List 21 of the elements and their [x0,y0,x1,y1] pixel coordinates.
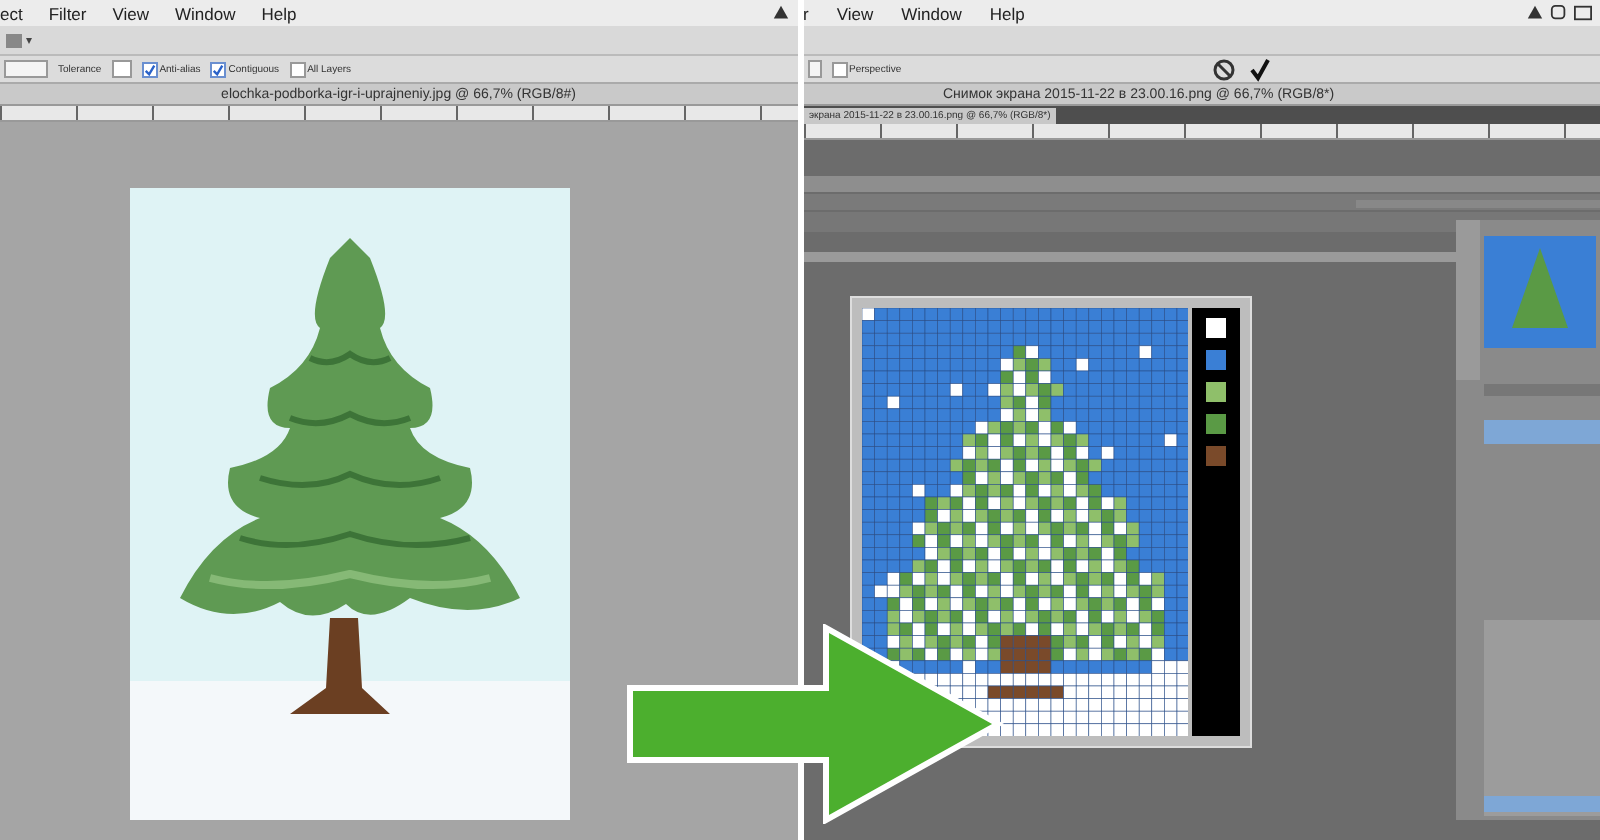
menu-item[interactable]: Window [901,3,962,23]
menu-item[interactable]: r [803,3,809,23]
checkbox[interactable] [141,61,158,77]
menu-item[interactable]: Help [261,3,297,23]
menu-item[interactable]: View [112,3,150,23]
tool-preset-icon[interactable] [6,31,34,49]
menu-item[interactable]: View [836,3,874,23]
cancel-icon[interactable] [1211,57,1236,81]
menu-item[interactable]: Filter [48,3,87,23]
tray-icon[interactable] [1526,4,1544,22]
tray-icon[interactable] [771,4,789,22]
menu-item[interactable]: ect [0,3,23,23]
sample-size-dropdown[interactable] [4,60,48,78]
menu-item[interactable]: Window [175,3,236,23]
checkbox[interactable] [210,61,227,77]
mode-dropdown[interactable] [807,60,821,78]
commit-icon[interactable] [1247,57,1272,81]
menu-item[interactable]: Help [989,3,1025,23]
tolerance-field[interactable] [111,60,132,78]
checkbox[interactable] [831,61,847,77]
checkbox[interactable] [289,61,306,77]
